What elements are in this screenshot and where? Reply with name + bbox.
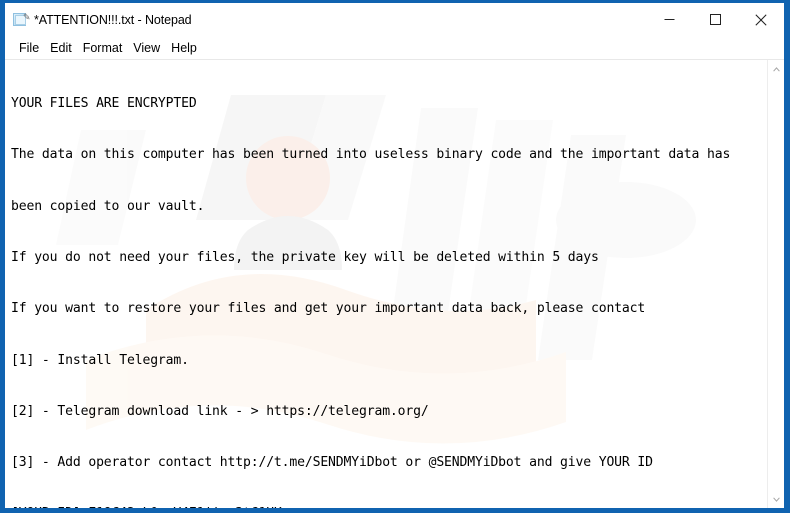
menu-item-format[interactable]: Format — [78, 40, 129, 56]
text-line: [1] - Install Telegram. — [11, 352, 189, 368]
title-bar-left: ✎ *ATTENTION!!!.txt - Notepad — [5, 12, 646, 27]
close-button[interactable] — [738, 3, 784, 36]
window-controls — [646, 3, 784, 36]
title-bar[interactable]: ✎ *ATTENTION!!!.txt - Notepad — [5, 3, 784, 36]
scroll-down-arrow-icon[interactable] — [769, 492, 784, 506]
notepad-window: ✎ *ATTENTION!!!.txt - Notepad File Edit … — [0, 0, 790, 513]
maximize-button[interactable] — [692, 3, 738, 36]
text-line: [2] - Telegram download link - > https:/… — [11, 403, 429, 419]
window-title: *ATTENTION!!!.txt - Notepad — [34, 12, 192, 27]
scrollbar-track[interactable] — [769, 76, 784, 492]
menu-item-edit[interactable]: Edit — [45, 40, 78, 56]
text-line: [3] - Add operator contact http://t.me/S… — [11, 455, 653, 471]
content-area: YOUR FILES ARE ENCRYPTED The data on thi… — [5, 59, 784, 508]
minimize-button[interactable] — [646, 3, 692, 36]
text-line: If you do not need your files, the priva… — [11, 250, 599, 266]
text-line: been copied to our vault. — [11, 198, 205, 214]
menu-item-file[interactable]: File — [14, 40, 45, 56]
text-line: YOUR FILES ARE ENCRYPTED — [11, 96, 197, 112]
notepad-document-icon: ✎ — [13, 12, 31, 27]
menu-item-view[interactable]: View — [128, 40, 166, 56]
scroll-up-arrow-icon[interactable] — [769, 62, 784, 76]
text-line: If you want to restore your files and ge… — [11, 301, 646, 317]
text-line: [YOUR ID] E19C42oL0ysV4E1iiww3tG1HK — [11, 505, 767, 508]
vertical-scrollbar[interactable] — [767, 60, 784, 508]
text-editor[interactable]: YOUR FILES ARE ENCRYPTED The data on thi… — [5, 60, 767, 508]
document-text[interactable]: YOUR FILES ARE ENCRYPTED The data on thi… — [11, 61, 767, 508]
menu-bar: File Edit Format View Help — [5, 36, 784, 59]
menu-item-help[interactable]: Help — [166, 40, 203, 56]
text-line: The data on this computer has been turne… — [11, 147, 731, 163]
